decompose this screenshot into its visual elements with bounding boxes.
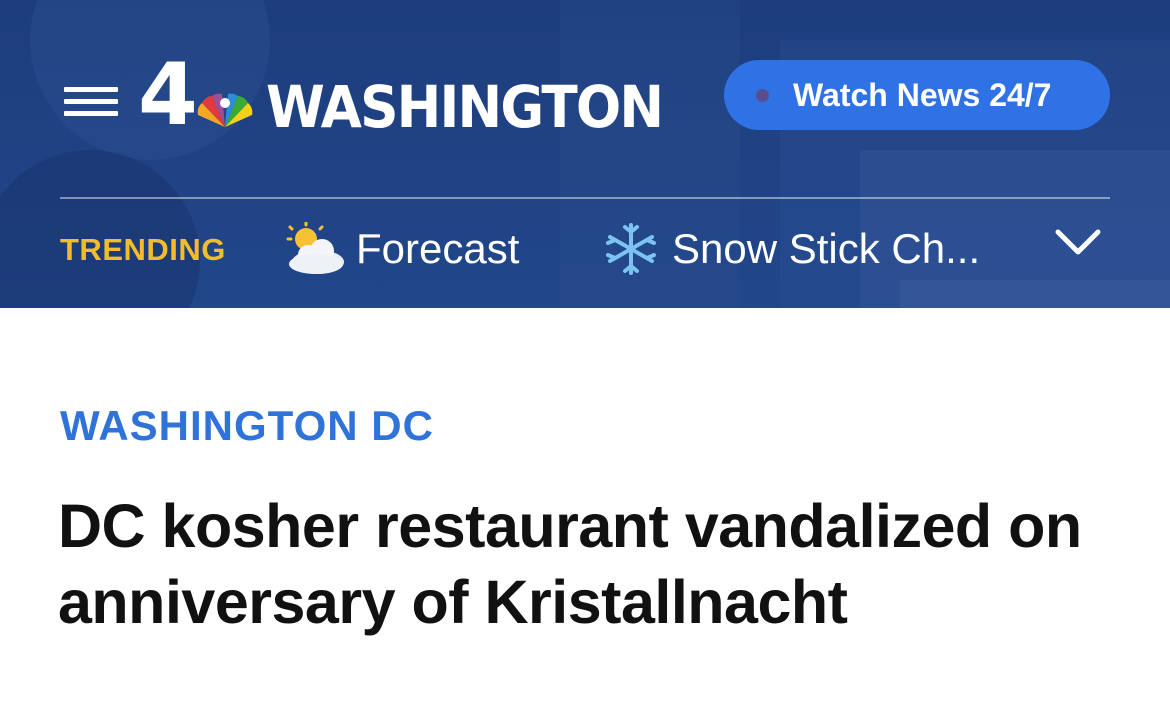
hamburger-menu-icon[interactable] [64,84,120,120]
trending-item-label: Snow Stick Ch... [672,225,981,272]
site-header: 4 WASHINGTON Watch News 24/7 TRENDING Fo… [0,0,1170,308]
peacock-icon [197,93,253,127]
trending-item-snow-stick[interactable]: Snow Stick Ch... [600,222,980,276]
article-section-link[interactable]: WASHINGTON DC [60,402,434,450]
logo-station-name: WASHINGTON [265,73,664,141]
header-divider [60,197,1110,199]
watch-news-button[interactable]: Watch News 24/7 [724,60,1110,130]
site-logo[interactable]: 4 WASHINGTON [138,52,697,141]
article-headline: DC kosher restaurant vandalized on anniv… [58,492,1082,636]
trending-label: TRENDING [60,232,226,267]
snowflake-icon [606,223,656,275]
watch-news-label: Watch News 24/7 [793,76,1052,113]
live-indicator-icon [756,88,769,102]
trending-item-label: Forecast [356,225,520,272]
logo-number: 4 [138,45,198,145]
partly-cloudy-icon [286,222,344,274]
chevron-down-icon[interactable] [1054,224,1102,258]
trending-item-forecast[interactable]: Forecast [284,222,519,276]
